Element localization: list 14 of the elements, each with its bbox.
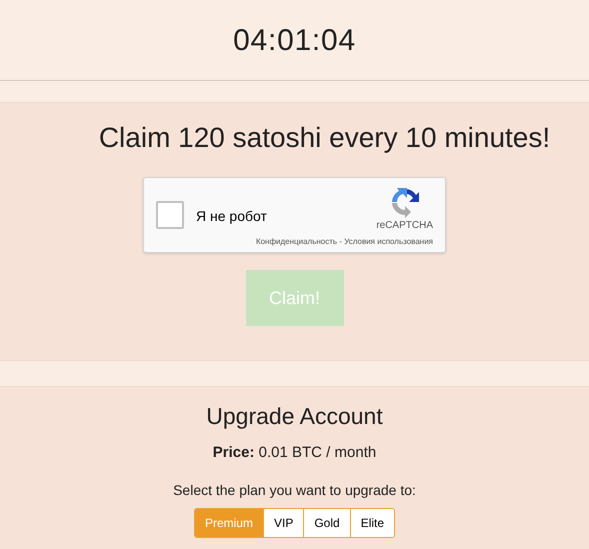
captcha-label: Я не робот xyxy=(196,207,267,224)
privacy-link[interactable]: Конфиденциальность xyxy=(256,237,338,246)
claim-heading: Claim 120 satoshi every 10 minutes! xyxy=(98,121,550,155)
recaptcha-brand: reCAPTCHA xyxy=(376,219,433,233)
countdown-timer: 04:01:04 xyxy=(233,22,356,58)
link-separator: - xyxy=(338,237,343,246)
terms-link[interactable]: Условия использования xyxy=(344,237,433,246)
upgrade-title: Upgrade Account xyxy=(206,402,383,431)
plan-button[interactable]: Elite xyxy=(350,509,394,537)
price-text: Price: 0.01 BTC / month xyxy=(212,442,376,462)
plan-button[interactable]: Gold xyxy=(303,509,350,537)
captcha-checkbox[interactable] xyxy=(156,201,184,229)
plan-button[interactable]: VIP xyxy=(262,509,304,537)
plan-prompt: Select the plan you want to upgrade to: xyxy=(173,481,416,500)
